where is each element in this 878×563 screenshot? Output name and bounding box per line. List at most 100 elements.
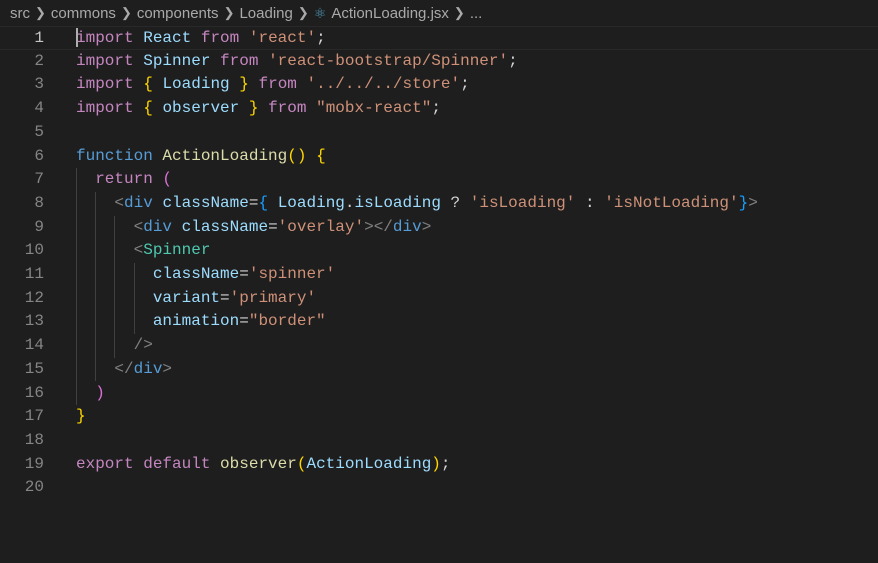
line-number: 8 bbox=[34, 193, 44, 212]
breadcrumb-item-loading[interactable]: Loading bbox=[239, 5, 292, 22]
token-kw: import bbox=[76, 51, 134, 70]
token-var: className bbox=[162, 193, 249, 212]
code-line[interactable]: 10 <Spinner bbox=[0, 239, 878, 263]
token-str: 'primary' bbox=[229, 288, 317, 307]
line-number: 14 bbox=[24, 336, 44, 355]
line-code: import { Loading } from '../../../store'… bbox=[76, 73, 470, 97]
line-number: 19 bbox=[24, 454, 44, 473]
line-code: } bbox=[76, 405, 86, 429]
token-plain: ; bbox=[431, 99, 441, 118]
code-line[interactable]: 8 <div className={ Loading.isLoading ? '… bbox=[0, 192, 878, 216]
indent-guide bbox=[133, 263, 135, 335]
token-kw: import bbox=[76, 29, 134, 47]
code-line[interactable]: 6 function ActionLoading() { bbox=[0, 145, 878, 169]
chevron-right-icon: ❯ bbox=[453, 5, 465, 20]
code-line[interactable]: 4 import { observer } from "mobx-react"; bbox=[0, 97, 878, 121]
chevron-right-icon: ❯ bbox=[120, 5, 132, 20]
token-tag: div bbox=[143, 217, 173, 236]
line-number: 13 bbox=[24, 312, 44, 331]
code-line[interactable]: 3 import { Loading } from '../../../store… bbox=[0, 73, 878, 97]
token-var: animation bbox=[152, 312, 240, 331]
line-number: 3 bbox=[34, 75, 44, 94]
token-plain: ? bbox=[440, 193, 470, 212]
code-line[interactable]: 12 variant='primary' bbox=[0, 287, 878, 311]
code-editor[interactable]: 1 import React from 'react'; 2 import Spinn… bbox=[0, 26, 878, 563]
token-plain: = bbox=[239, 312, 249, 331]
line-number: 18 bbox=[24, 430, 44, 449]
token-kw: from bbox=[200, 29, 240, 47]
line-code: <div className={ Loading.isLoading ? 'is… bbox=[76, 192, 758, 216]
code-line[interactable]: 5 bbox=[0, 121, 878, 145]
code-line[interactable]: 16 ) bbox=[0, 382, 878, 406]
line-number: 7 bbox=[34, 170, 44, 189]
code-line[interactable]: 18 bbox=[0, 429, 878, 453]
token-fn: observer bbox=[220, 454, 297, 473]
line-code: </div> bbox=[76, 358, 172, 382]
token-str: '../../../store' bbox=[306, 75, 461, 94]
token-fn: ActionLoading bbox=[162, 146, 288, 165]
token-kw: import bbox=[76, 75, 134, 94]
line-code: import { observer } from "mobx-react"; bbox=[76, 97, 441, 121]
breadcrumb-item-symbols[interactable]: ... bbox=[470, 5, 483, 22]
code-line[interactable]: 20 bbox=[0, 476, 878, 500]
token-plain: = bbox=[220, 288, 230, 307]
token-kw: from bbox=[268, 99, 307, 118]
token-plain: ; bbox=[460, 75, 470, 94]
breadcrumb-item-src[interactable]: src bbox=[10, 5, 30, 22]
code-line[interactable]: 14 /> bbox=[0, 334, 878, 358]
token-b3: { bbox=[258, 193, 269, 212]
line-code: export default observer(ActionLoading); bbox=[76, 453, 451, 477]
code-line[interactable]: 13 animation="border" bbox=[0, 310, 878, 334]
code-line[interactable]: 19 export default observer(ActionLoading)… bbox=[0, 453, 878, 477]
code-line[interactable]: 15 </div> bbox=[0, 358, 878, 382]
line-number: 16 bbox=[24, 383, 44, 402]
breadcrumb-item-file[interactable]: ActionLoading.jsx bbox=[331, 5, 449, 22]
token-storage: function bbox=[76, 146, 153, 165]
breadcrumb-item-commons[interactable]: commons bbox=[51, 5, 116, 22]
line-number: 2 bbox=[34, 51, 44, 70]
token-tag: div bbox=[133, 359, 163, 378]
code-line[interactable]: 9 <div className='overlay'></div> bbox=[0, 216, 878, 240]
line-code: ) bbox=[76, 382, 105, 406]
token-var: Spinner bbox=[143, 51, 211, 70]
token-punct: > bbox=[748, 193, 758, 212]
token-b1: () bbox=[287, 146, 307, 165]
code-line[interactable]: 7 return ( bbox=[0, 168, 878, 192]
code-line[interactable]: 1 import React from 'react'; bbox=[0, 26, 878, 50]
token-punct: < bbox=[114, 193, 125, 212]
token-str: 'react' bbox=[248, 29, 317, 47]
token-plain: ; bbox=[316, 29, 326, 47]
token-b2: ( bbox=[162, 170, 173, 189]
token-var: ActionLoading bbox=[306, 454, 432, 473]
token-comp: Spinner bbox=[143, 241, 211, 260]
code-line[interactable]: 2 import Spinner from 'react-bootstrap/Sp… bbox=[0, 50, 878, 74]
breadcrumb-item-components[interactable]: components bbox=[137, 5, 219, 22]
line-number: 17 bbox=[24, 407, 44, 426]
token-b1: } bbox=[239, 75, 249, 94]
line-number: 11 bbox=[24, 265, 44, 283]
line-number: 20 bbox=[24, 478, 44, 497]
token-var: Loading bbox=[277, 193, 345, 212]
code-line[interactable]: 11 className='spinner' bbox=[0, 263, 878, 287]
code-line[interactable]: 17} bbox=[0, 405, 878, 429]
